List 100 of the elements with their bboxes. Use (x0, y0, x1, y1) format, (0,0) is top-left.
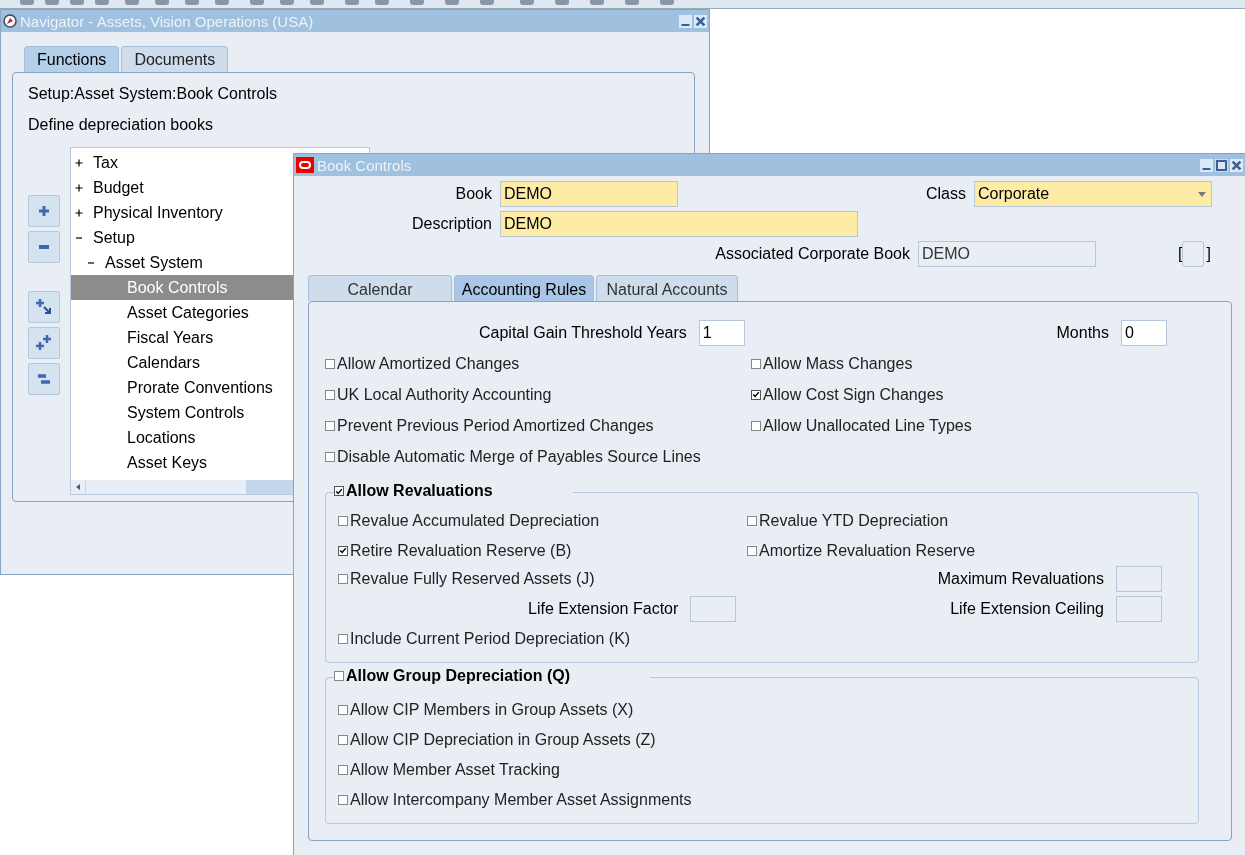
toolbar-icon[interactable] (625, 0, 639, 5)
expand-button[interactable] (28, 195, 60, 227)
checkbox[interactable] (338, 705, 348, 715)
toolbar-icon[interactable] (125, 0, 139, 5)
field-label: Life Extension Ceiling (950, 600, 1104, 618)
checkbox[interactable] (338, 735, 348, 745)
scrollbar-thumb[interactable] (86, 480, 246, 494)
close-button[interactable] (694, 14, 707, 28)
associated-corporate-book-field: DEMO (918, 241, 1096, 267)
window-title: Book Controls (317, 156, 412, 174)
collapse-all-button[interactable] (28, 363, 60, 395)
years-field[interactable]: 1 (698, 320, 745, 346)
book-field[interactable]: DEMO (500, 181, 678, 207)
tree-item[interactable]: Locations (127, 428, 196, 447)
checkbox[interactable] (751, 389, 761, 400)
checkbox[interactable] (338, 545, 348, 556)
toolbar-icon[interactable] (590, 0, 604, 5)
tree-item[interactable]: Asset Categories (127, 303, 249, 322)
life-extension-ceiling-field[interactable] (1116, 596, 1162, 622)
flexfield-field[interactable] (1182, 241, 1205, 267)
checkbox[interactable] (751, 420, 761, 431)
toolbar-icon[interactable] (445, 0, 459, 5)
tab[interactable]: Natural Accounts (596, 275, 738, 301)
months-field[interactable]: 0 (1121, 320, 1167, 346)
checkbox[interactable] (338, 515, 348, 526)
bracket: [ (1178, 245, 1183, 263)
field-label: Life Extension Factor (527, 600, 679, 618)
toolbar-icon[interactable] (280, 0, 294, 5)
tab[interactable]: Accounting Rules (454, 275, 594, 301)
tree-item[interactable]: Budget (93, 178, 144, 197)
toolbar-icon[interactable] (155, 0, 169, 5)
collapse-button[interactable] (28, 231, 60, 263)
maximize-icon (1215, 158, 1228, 172)
bracket: ] (1206, 245, 1211, 263)
tree-item[interactable]: Asset Keys (127, 453, 208, 472)
tree-item[interactable]: Setup (93, 228, 135, 247)
tree-item[interactable]: Tax (93, 153, 118, 172)
compass-icon (3, 14, 17, 28)
field-label: Associated Corporate Book (714, 245, 910, 263)
checkbox[interactable] (338, 574, 348, 584)
checkbox[interactable] (747, 545, 757, 556)
minimize-button[interactable] (679, 14, 692, 28)
minimize-button[interactable] (1200, 158, 1213, 172)
maximum-revaluations-field[interactable] (1116, 566, 1162, 592)
maximize-button[interactable] (1215, 158, 1228, 172)
checkbox[interactable] (338, 634, 348, 644)
checkbox-label: Prevent Previous Period Amortized Changes (337, 416, 654, 435)
toolbar-icon[interactable] (45, 0, 59, 5)
expand-branch-button[interactable] (28, 291, 60, 323)
checkbox-label: Allow Intercompany Member Asset Assignments (350, 791, 692, 809)
tree-item[interactable]: Calendars (127, 353, 200, 372)
life-extension-factor-field[interactable] (690, 596, 737, 622)
toolbar-icon[interactable] (20, 0, 34, 5)
checkbox[interactable] (338, 765, 348, 775)
toolbar-icon[interactable] (310, 0, 324, 5)
plus-icon[interactable] (75, 208, 83, 217)
tree-item[interactable]: Asset System (105, 253, 203, 272)
checkbox[interactable] (747, 515, 757, 526)
close-button[interactable] (1230, 158, 1243, 172)
tree-item[interactable]: Fiscal Years (127, 328, 214, 347)
checkbox-label: UK Local Authority Accounting (337, 385, 552, 404)
toolbar-icon[interactable] (480, 0, 494, 5)
plus-icon[interactable] (75, 183, 83, 192)
tab[interactable]: Calendar (308, 275, 452, 301)
checkbox[interactable] (334, 486, 344, 496)
toolbar-icon[interactable] (410, 0, 424, 5)
description-field[interactable]: DEMO (500, 211, 858, 237)
plus-icon[interactable] (75, 158, 83, 167)
checkbox-label: Retire Revaluation Reserve (B) (350, 541, 572, 560)
class-dropdown[interactable]: Corporate (974, 181, 1212, 207)
checkbox[interactable] (325, 358, 335, 369)
function-description: Define depreciation books (28, 116, 214, 135)
close-icon (1230, 158, 1243, 172)
tab[interactable]: Functions (24, 46, 120, 72)
tab[interactable]: Documents (121, 46, 229, 72)
function-path: Setup:Asset System:Book Controls (28, 85, 278, 104)
checkbox[interactable] (751, 358, 761, 369)
field-label: Description (410, 215, 492, 233)
tree-item[interactable]: System Controls (127, 403, 245, 422)
checkbox-label: Allow CIP Depreciation in Group Assets (Z) (350, 731, 656, 749)
toolbar-icon[interactable] (555, 0, 569, 5)
toolbar-icon[interactable] (520, 0, 534, 5)
checkbox-label: Allow Amortized Changes (337, 354, 520, 373)
toolbar-icon[interactable] (95, 0, 109, 5)
expand-all-button[interactable] (28, 327, 60, 359)
checkbox-label: Allow Mass Changes (763, 354, 913, 373)
checkbox[interactable] (338, 795, 348, 805)
checkbox[interactable] (334, 671, 344, 681)
toolbar-icon[interactable] (215, 0, 229, 5)
checkbox[interactable] (325, 389, 335, 400)
toolbar-icon[interactable] (345, 0, 359, 5)
toolbar-icon[interactable] (70, 0, 84, 5)
toolbar-icon[interactable] (185, 0, 199, 5)
tree-item[interactable]: Physical Inventory (93, 203, 223, 222)
toolbar-icon[interactable] (250, 0, 264, 5)
checkbox[interactable] (325, 451, 335, 462)
checkbox[interactable] (325, 420, 335, 431)
toolbar-icon[interactable] (375, 0, 389, 5)
tree-item[interactable]: Prorate Conventions (127, 378, 273, 397)
toolbar-icon[interactable] (660, 0, 674, 5)
